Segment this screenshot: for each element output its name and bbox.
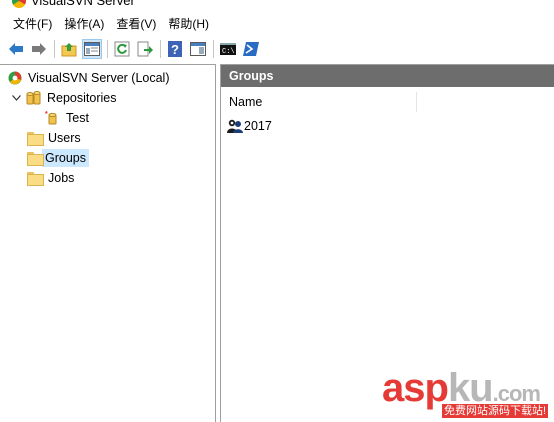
folder-icon [27,131,44,146]
toolbar-separator [160,40,161,58]
column-header-name[interactable]: Name [221,92,417,112]
tree-item-test[interactable]: * Test [45,108,92,127]
toolbar-separator [213,40,214,58]
console-tree-pane: VisualSVN Server (Local) Repositories * … [0,64,216,422]
help-icon[interactable]: ? [165,39,185,59]
tree-label-groups: Groups [42,148,89,167]
forward-arrow-icon[interactable] [29,39,49,59]
refresh-icon[interactable] [112,39,132,59]
tree-item-server-root[interactable]: VisualSVN Server (Local) [8,68,173,87]
menu-help[interactable]: 帮助(H) [162,14,215,34]
back-arrow-icon[interactable] [6,39,26,59]
repository-icon: * [45,111,57,124]
svg-text:?: ? [171,42,179,57]
powershell-icon[interactable] [241,39,261,59]
visualsvn-logo-icon [8,71,22,84]
tree-item-repositories[interactable]: Repositories [10,88,119,107]
tree-label-test: Test [66,110,89,125]
export-list-icon[interactable] [135,39,155,59]
list-item[interactable]: 2017 [227,117,272,135]
repositories-icon [26,90,41,104]
group-icon [227,119,243,133]
tree-label-repositories: Repositories [47,90,117,105]
menu-action[interactable]: 操作(A) [58,14,110,34]
tree-label-users: Users [48,130,81,145]
toolbar-separator [54,40,55,58]
watermark-logo: aspku.com 免费网站源码下载站! [382,366,550,420]
window-title: VisualSVN Server [31,0,135,8]
title-bar: VisualSVN Server [0,0,554,11]
tree-item-jobs[interactable]: Jobs [27,168,77,187]
tree-label-server: VisualSVN Server (Local) [28,70,170,85]
menu-bar: 文件(F) 操作(A) 查看(V) 帮助(H) [0,14,554,34]
tree-label-jobs: Jobs [48,170,75,185]
chevron-down-icon[interactable] [10,94,22,101]
watermark-tagline: 免费网站源码下载站! [442,404,549,418]
menu-view[interactable]: 查看(V) [110,14,162,34]
action-pane-icon[interactable] [188,39,208,59]
toolbar-separator [107,40,108,58]
up-folder-icon[interactable] [59,39,79,59]
svg-text:*: * [45,111,48,118]
command-prompt-icon[interactable]: C:\ [218,39,238,59]
folder-icon [27,171,44,186]
visualsvn-logo-icon [12,0,26,8]
tree-item-users[interactable]: Users [27,128,84,147]
console-tree-icon[interactable] [82,39,102,59]
menu-file[interactable]: 文件(F) [6,14,58,34]
toolbar: ? C:\ [0,36,554,62]
folder-icon [27,151,44,166]
svg-text:C:\: C:\ [222,48,235,55]
pane-header-title: Groups [221,65,554,87]
group-name: 2017 [244,119,272,133]
tree-item-groups[interactable]: Groups [27,148,89,167]
